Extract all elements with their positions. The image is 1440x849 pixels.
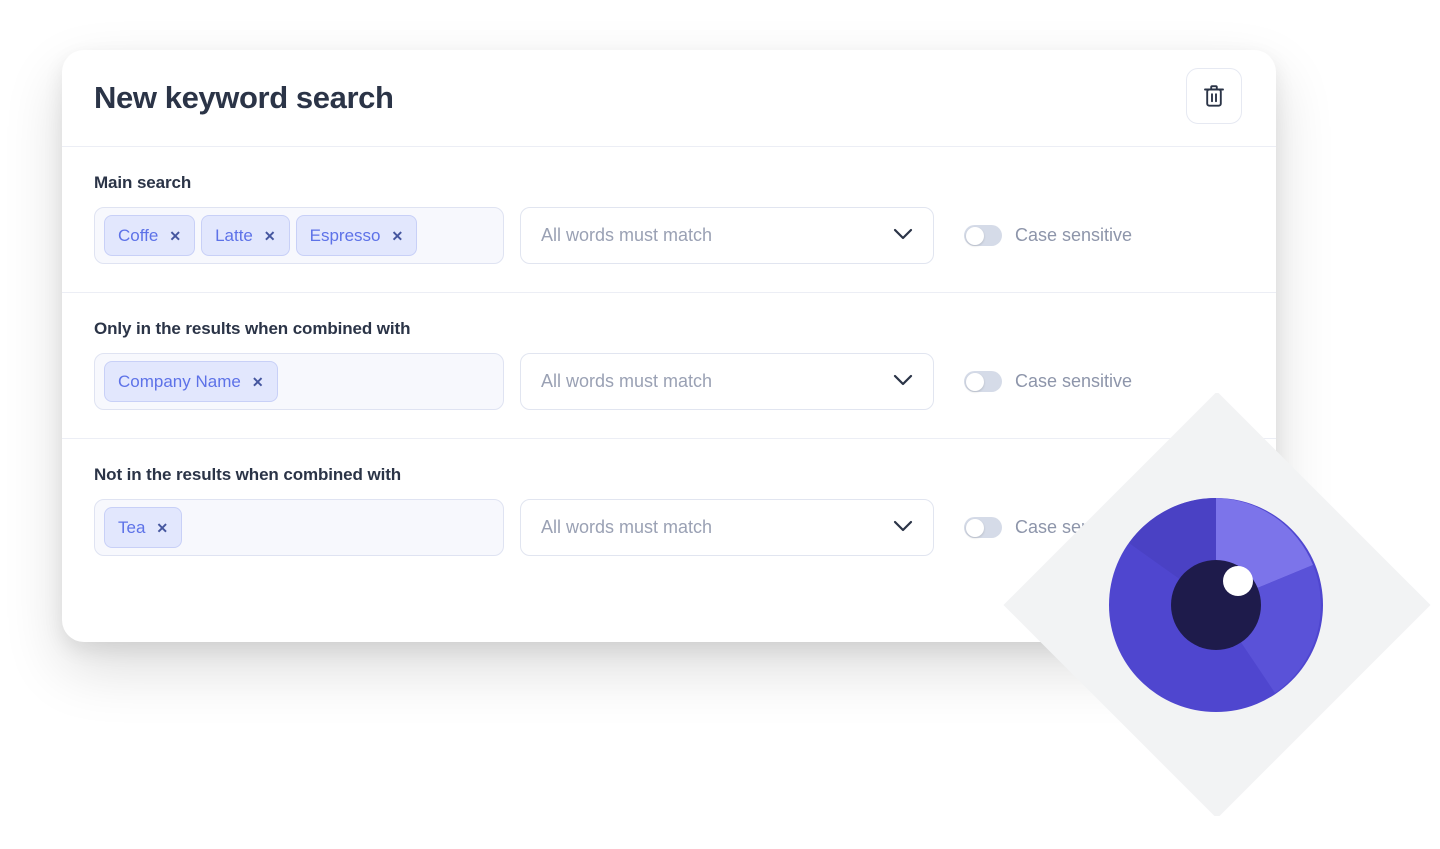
case-sensitive-label: Case sensitive [1015,225,1133,245]
case-sensitive-toggle-not[interactable]: Case sensitive [964,517,1132,538]
toggle-track[interactable] [964,371,1002,392]
match-mode-value: All words must match [541,225,713,245]
section-label-not-in-results: Not in the results when combined with [94,465,402,484]
case-sensitive-toggle-main[interactable]: Case sensitive [964,225,1132,246]
delete-search-button[interactable] [1186,68,1242,124]
match-mode-value: All words must match [541,517,713,537]
match-mode-select-not[interactable]: All words must match [520,499,934,556]
chip-company-name[interactable]: Company Name ✕ [104,361,278,402]
chip-remove-icon[interactable]: ✕ [264,229,276,243]
chip-latte[interactable]: Latte ✕ [201,215,290,256]
section-not-in-results: Not in the results when combined with Te… [62,439,1276,584]
section-only-in-results: Only in the results when combined with C… [62,293,1276,438]
chip-label: Tea [118,517,146,537]
screenshot-stage: New keyword search Main search Coffe ✕ L… [0,0,1440,849]
chip-remove-icon[interactable]: ✕ [169,229,181,243]
chip-label: Company Name [118,371,241,391]
keyword-chips-input-not[interactable]: Tea ✕ [94,499,504,556]
toggle-knob [965,372,984,391]
chip-label: Coffe [118,225,159,245]
case-sensitive-label: Case sensitive [1015,517,1133,537]
chip-label: Latte [215,225,253,245]
toggle-knob [965,518,984,537]
chip-remove-icon[interactable]: ✕ [252,375,264,389]
keyword-chips-input-main[interactable]: Coffe ✕ Latte ✕ Espresso ✕ [94,207,504,264]
match-mode-select-main[interactable]: All words must match [520,207,934,264]
chevron-down-icon [893,227,913,245]
chip-remove-icon[interactable]: ✕ [156,521,168,535]
toggle-knob [965,226,984,245]
toggle-track[interactable] [964,225,1002,246]
page-title: New keyword search [94,80,394,115]
section-row: Tea ✕ All words must match Case sensitiv… [94,499,1244,556]
keyword-search-card: New keyword search Main search Coffe ✕ L… [62,50,1276,642]
section-label-main-search: Main search [94,173,192,192]
toggle-track[interactable] [964,517,1002,538]
chip-remove-icon[interactable]: ✕ [391,229,403,243]
chevron-down-icon [893,519,913,537]
match-mode-select-only[interactable]: All words must match [520,353,934,410]
chip-label: Espresso [309,225,381,245]
chevron-down-icon [893,373,913,391]
case-sensitive-label: Case sensitive [1015,371,1133,391]
keyword-chips-input-only[interactable]: Company Name ✕ [94,353,504,410]
section-row: Company Name ✕ All words must match Case… [94,353,1244,410]
match-mode-value: All words must match [541,371,713,391]
case-sensitive-toggle-only[interactable]: Case sensitive [964,371,1132,392]
section-label-only-in-results: Only in the results when combined with [94,319,411,338]
section-main-search: Main search Coffe ✕ Latte ✕ Espresso ✕ A… [62,147,1276,292]
chip-tea[interactable]: Tea ✕ [104,507,183,548]
section-row: Coffe ✕ Latte ✕ Espresso ✕ All words mus… [94,207,1244,264]
trash-icon [1202,83,1226,109]
chip-coffe[interactable]: Coffe ✕ [104,215,196,256]
chip-espresso[interactable]: Espresso ✕ [295,215,418,256]
card-header: New keyword search [62,50,1276,146]
